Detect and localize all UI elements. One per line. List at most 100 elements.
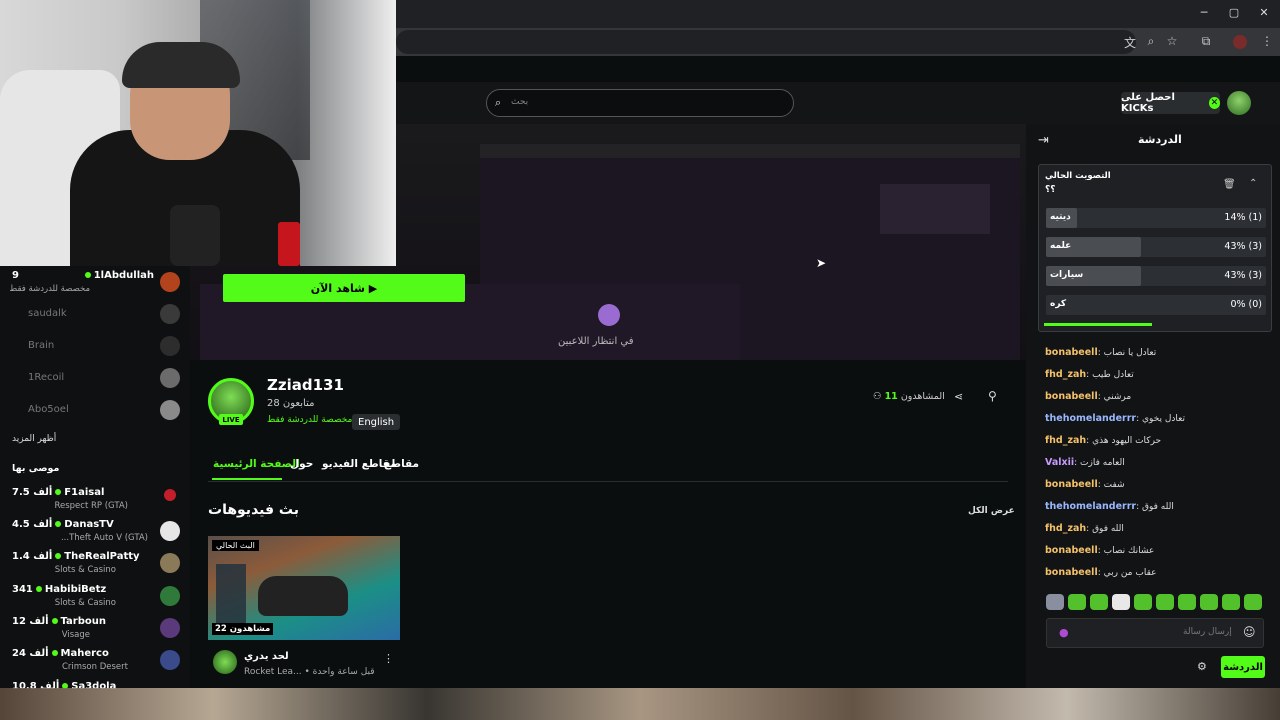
- chat-username[interactable]: bonabeell: [1045, 545, 1098, 556]
- language-tag[interactable]: English: [352, 414, 401, 430]
- channel-name[interactable]: Zziad131: [267, 376, 344, 394]
- chat-username[interactable]: bonabeell: [1045, 391, 1098, 402]
- chat-username[interactable]: fhd_zah: [1045, 369, 1086, 380]
- webcam-bottom-strip: [0, 688, 1280, 720]
- user-avatar[interactable]: [1227, 91, 1251, 115]
- show-all-link[interactable]: عرض الكل: [968, 506, 1015, 516]
- poll-option[interactable]: علمه 43% (3): [1046, 237, 1266, 257]
- vod-more-icon[interactable]: ⋮: [383, 652, 394, 665]
- sidebar-channel[interactable]: 1.4 ألف TheRealPatty Slots & Casino: [10, 549, 180, 579]
- channel-followers: متابعون 28: [267, 398, 315, 409]
- webcam-microphone: [170, 205, 220, 266]
- emote-icon[interactable]: [1244, 594, 1262, 610]
- tab-about[interactable]: حول: [290, 458, 313, 470]
- emote-icon[interactable]: [1112, 594, 1130, 610]
- sidebar-channel-name: Maherco: [60, 648, 109, 659]
- share-icon[interactable]: ⋖: [954, 390, 963, 403]
- sidebar-avatar: [160, 618, 180, 638]
- emote-icon[interactable]: [1222, 594, 1240, 610]
- mic-icon[interactable]: ●: [1059, 626, 1069, 639]
- sidebar-channel-offline[interactable]: 1Recoil: [10, 368, 180, 398]
- sidebar-avatar: [160, 336, 180, 356]
- live-dot: [55, 553, 62, 559]
- menu-icon[interactable]: ⋮: [1258, 34, 1276, 48]
- zoom-icon[interactable]: ⌕: [1142, 34, 1160, 49]
- poll-option[interactable]: ديتيه 14% (1): [1046, 208, 1266, 228]
- poll-timer-bar: [1044, 323, 1152, 326]
- webcam-soda-can: [278, 222, 300, 266]
- chat-message: bonabeell: عقاب من ربي: [1045, 567, 1157, 578]
- poll-option-value: 14% (1): [1224, 212, 1262, 223]
- sidebar-viewers: 1.4 ألف: [12, 551, 53, 562]
- emote-icon[interactable]: [1134, 594, 1152, 610]
- chat-text: عقاب من ربي: [1103, 568, 1157, 578]
- translate-icon[interactable]: 文: [1121, 34, 1139, 51]
- chat-username[interactable]: fhd_zah: [1045, 435, 1086, 446]
- watch-now-button[interactable]: شاهد الآن ▶: [223, 274, 465, 302]
- close-window-icon[interactable]: ✕: [1256, 6, 1272, 19]
- sidebar-channel-offline[interactable]: saudalk: [10, 304, 180, 334]
- sidebar-avatar: [160, 650, 180, 670]
- emoji-icon[interactable]: ☺: [1243, 625, 1256, 639]
- chat-username[interactable]: thehomelanderrr: [1045, 413, 1136, 424]
- sidebar-channel[interactable]: 341 HabibiBetz Slots & Casino: [10, 582, 180, 612]
- chat-text: تعادل يا نصاب: [1103, 348, 1157, 358]
- chat-username[interactable]: fhd_zah: [1045, 523, 1086, 534]
- chat-username[interactable]: bonabeell: [1045, 479, 1098, 490]
- sidebar-channel[interactable]: 4.5 ألف DanasTV ...Theft Auto V (GTA): [10, 517, 180, 547]
- sidebar-channel[interactable]: 24 ألف Maherco Crimson Desert: [10, 646, 180, 676]
- chevron-up-icon[interactable]: ⌃: [1249, 178, 1257, 189]
- viewers-icon: ⚇: [873, 391, 882, 402]
- viewers-label: المشاهدون: [900, 391, 945, 402]
- star-icon[interactable]: ☆: [1163, 34, 1181, 48]
- vod-thumbnail[interactable]: البث الحالي مشاهدون 22: [208, 536, 400, 640]
- sidebar-avatar: [160, 304, 180, 324]
- minimize-icon[interactable]: ─: [1196, 6, 1212, 19]
- collapse-chat-icon[interactable]: ⇥: [1038, 133, 1049, 148]
- chat-username[interactable]: bonabeell: [1045, 567, 1098, 578]
- sidebar-offline-name: Abo5oel: [28, 404, 69, 415]
- settings-gear-icon[interactable]: ⚙: [1197, 660, 1207, 673]
- live-dot: [35, 586, 42, 592]
- poll-option[interactable]: كره 0% (0): [1046, 295, 1266, 315]
- sidebar-avatar: [160, 521, 180, 541]
- tab-active-indicator: [212, 478, 282, 480]
- get-kicks-button[interactable]: احصل على KICKs ✕: [1121, 92, 1220, 114]
- poll-option[interactable]: سيارات 43% (3): [1046, 266, 1266, 286]
- chat-username[interactable]: thehomelanderrr: [1045, 501, 1136, 512]
- tab-clips[interactable]: مقاطع: [384, 458, 419, 470]
- search-bar[interactable]: ⌕ بحث: [486, 89, 794, 117]
- sidebar-channel[interactable]: 9 1lAbdullah مخصصة للدردشة فقط: [9, 268, 180, 298]
- sidebar-channel[interactable]: 12 ألف Tarboun Visage: [10, 614, 180, 644]
- chat-message: fhd_zah: تعادل طيب: [1045, 369, 1134, 380]
- profile-avatar[interactable]: [1233, 35, 1247, 49]
- address-bar[interactable]: [396, 30, 1136, 54]
- vod-views: مشاهدون 22: [212, 623, 274, 635]
- extensions-icon[interactable]: ⧉: [1197, 34, 1215, 49]
- sidebar-channel[interactable]: 7.5 ألف F1aisal Respect RP (GTA): [10, 485, 180, 515]
- maximize-icon[interactable]: ▢: [1226, 6, 1242, 19]
- emote-icon[interactable]: [1090, 594, 1108, 610]
- vod-avatar[interactable]: [213, 650, 237, 674]
- emote-icon[interactable]: [1156, 594, 1174, 610]
- emote-icon[interactable]: [1046, 594, 1064, 610]
- chat-username[interactable]: bonabeell: [1045, 347, 1098, 358]
- emote-icon[interactable]: [1200, 594, 1218, 610]
- sidebar-channel-name: TheRealPatty: [64, 551, 140, 562]
- chat-username[interactable]: Valxii: [1045, 457, 1074, 468]
- chat-input[interactable]: ● إرسال رسالة ☺: [1046, 618, 1264, 648]
- chat-message: bonabeell: مرشني: [1045, 391, 1131, 402]
- delete-icon[interactable]: 🗑: [1223, 179, 1236, 190]
- vod-title[interactable]: لحد يدري: [244, 651, 289, 662]
- vod-badge: البث الحالي: [212, 540, 259, 551]
- emote-icon[interactable]: [1068, 594, 1086, 610]
- sidebar-channel-offline[interactable]: Abo5oel: [10, 400, 180, 430]
- emote-icon[interactable]: [1178, 594, 1196, 610]
- channel-category[interactable]: مخصصة للدردشة فقط: [267, 415, 352, 425]
- chat-send-button[interactable]: الدردشة: [1221, 656, 1265, 678]
- tab-home[interactable]: الصفحة الرئيسية: [213, 458, 300, 470]
- sidebar-viewers: 4.5 ألف: [12, 519, 53, 530]
- follow-icon[interactable]: ⚲: [988, 389, 997, 403]
- show-more-link[interactable]: أظهر المزيد: [12, 434, 56, 444]
- sidebar-channel-offline[interactable]: Brain: [10, 336, 180, 366]
